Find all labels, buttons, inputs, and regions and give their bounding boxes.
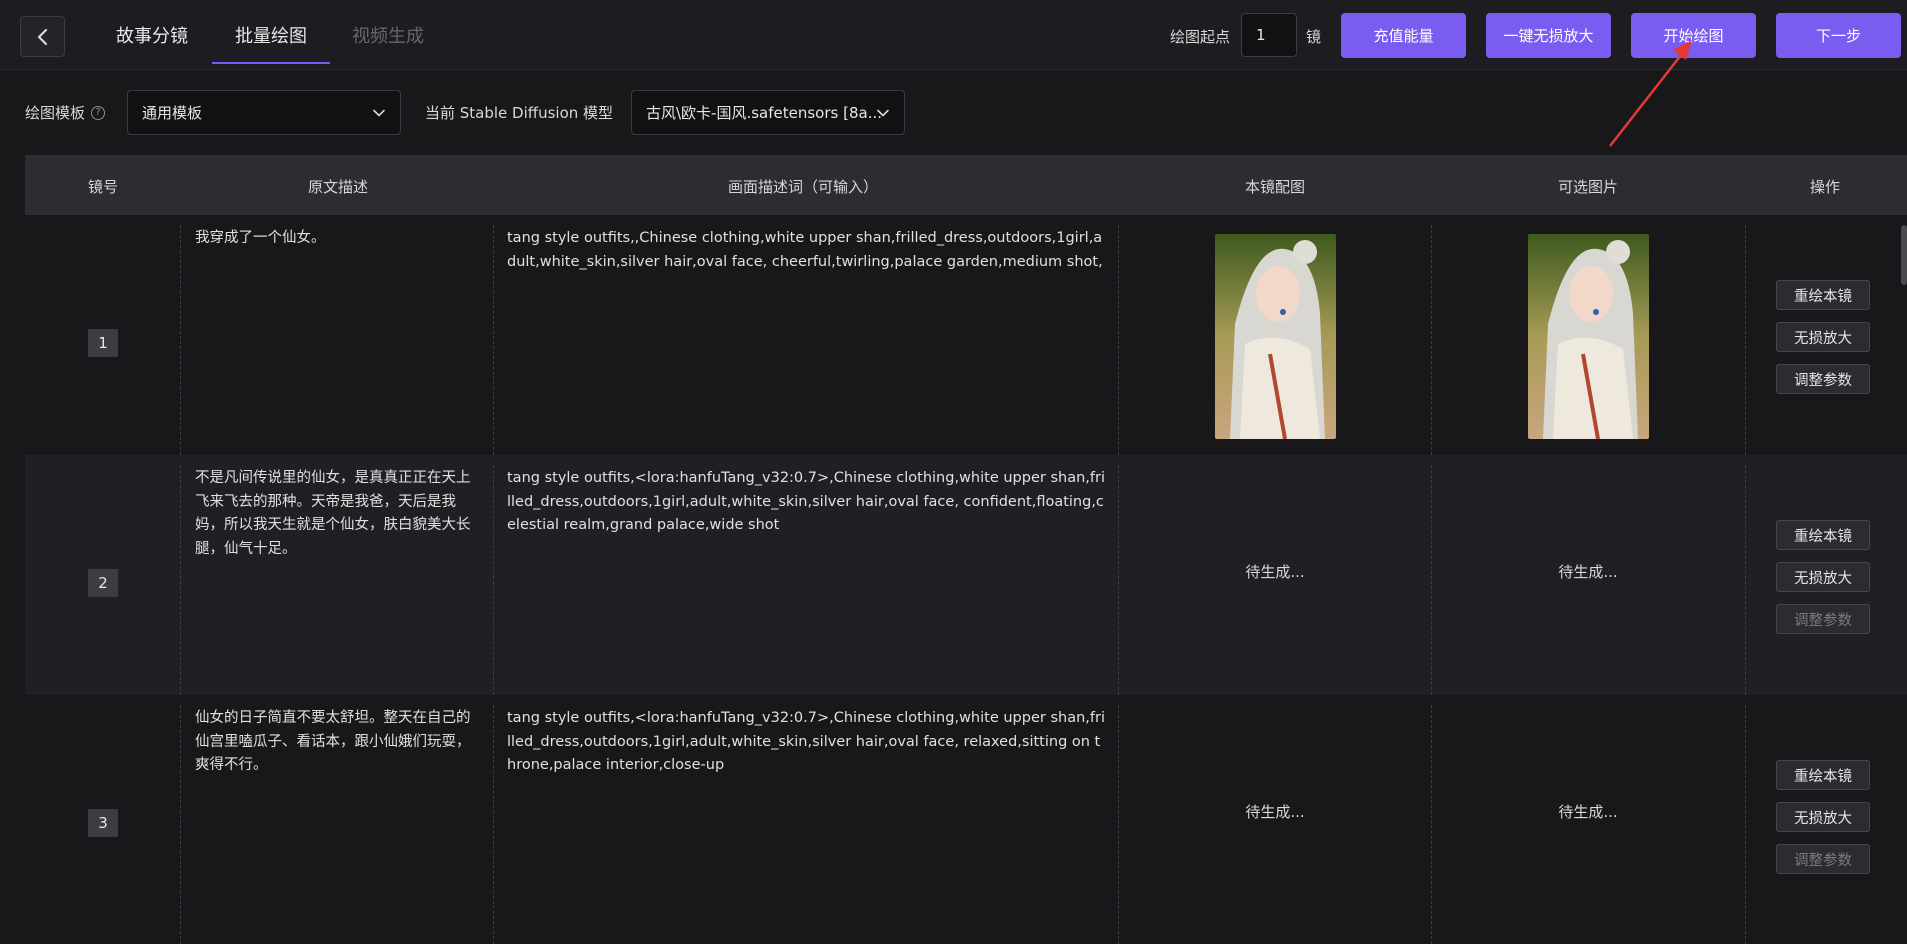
column-divider bbox=[1118, 225, 1119, 455]
adjust-params-button[interactable]: 调整参数 bbox=[1776, 364, 1870, 394]
column-header-original: 原文描述 bbox=[307, 178, 369, 196]
shot-number-badge: 2 bbox=[88, 569, 118, 597]
model-select-value: 古风\欧卡-国风.safetensors [8a... bbox=[646, 104, 883, 122]
chevron-left-icon bbox=[37, 28, 47, 45]
tab-storyboard[interactable]: 故事分镜 bbox=[116, 22, 188, 48]
image-pending-status: 待生成... bbox=[1245, 563, 1305, 581]
original-text: 不是凡间传说里的仙女，是真真正正在天上飞来飞去的那种。天帝是我爸，天后是我妈，所… bbox=[195, 470, 471, 557]
redraw-shot-button[interactable]: 重绘本镜 bbox=[1776, 520, 1870, 550]
help-icon[interactable]: ? bbox=[91, 105, 106, 120]
upscale-button[interactable]: 无损放大 bbox=[1776, 562, 1870, 592]
tab-batch-draw[interactable]: 批量绘图 bbox=[235, 22, 307, 48]
adjust-params-button[interactable]: 调整参数 bbox=[1776, 604, 1870, 634]
column-header-shot-image: 本镜配图 bbox=[1244, 178, 1306, 196]
portrait-image bbox=[1215, 234, 1336, 439]
optional-image-thumbnail[interactable] bbox=[1528, 234, 1649, 439]
start-point-label: 绘图起点 bbox=[1170, 28, 1231, 46]
redraw-shot-button[interactable]: 重绘本镜 bbox=[1776, 760, 1870, 790]
column-header-optional-images: 可选图片 bbox=[1557, 178, 1619, 196]
original-text: 我穿成了一个仙女。 bbox=[195, 230, 326, 246]
active-tab-indicator bbox=[212, 62, 330, 64]
chevron-down-icon bbox=[373, 109, 385, 117]
portrait-image bbox=[1528, 234, 1649, 439]
shot-image-thumbnail[interactable] bbox=[1215, 234, 1336, 439]
column-divider bbox=[1118, 705, 1119, 944]
template-select[interactable]: 通用模板 bbox=[127, 90, 401, 135]
table-header: 镜号 原文描述 画面描述词（可输入） 本镜配图 可选图片 操作 bbox=[25, 155, 1907, 215]
column-divider bbox=[493, 225, 494, 455]
scrollbar-thumb[interactable] bbox=[1901, 225, 1907, 285]
prompt-text[interactable]: tang style outfits,<lora:hanfuTang_v32:0… bbox=[507, 707, 1107, 778]
image-pending-status: 待生成... bbox=[1245, 803, 1305, 821]
upscale-button[interactable]: 无损放大 bbox=[1776, 802, 1870, 832]
adjust-params-button[interactable]: 调整参数 bbox=[1776, 844, 1870, 874]
column-divider bbox=[493, 705, 494, 944]
original-text: 仙女的日子简直不要太舒坦。整天在自己的仙宫里嗑瓜子、看话本，跟小仙娥们玩耍，爽得… bbox=[195, 710, 471, 773]
table-row: 1 我穿成了一个仙女。 tang style outfits,,Chinese … bbox=[25, 215, 1907, 455]
column-header-actions: 操作 bbox=[1809, 178, 1841, 196]
start-drawing-button[interactable]: 开始绘图 bbox=[1631, 13, 1756, 58]
recharge-energy-button[interactable]: 充值能量 bbox=[1341, 13, 1466, 58]
model-label: 当前 Stable Diffusion 模型 bbox=[425, 104, 614, 122]
column-divider bbox=[1745, 465, 1746, 695]
option-pending-status: 待生成... bbox=[1558, 563, 1618, 581]
prompt-text[interactable]: tang style outfits,<lora:hanfuTang_v32:0… bbox=[507, 467, 1107, 538]
redraw-shot-button[interactable]: 重绘本镜 bbox=[1776, 280, 1870, 310]
template-label-group: 绘图模板 ? bbox=[25, 102, 106, 123]
top-bar: 故事分镜 批量绘图 视频生成 绘图起点 镜 充值能量 一键无损放大 开始绘图 下… bbox=[0, 0, 1907, 70]
column-divider bbox=[1745, 225, 1746, 455]
option-pending-status: 待生成... bbox=[1558, 803, 1618, 821]
storyboard-table: 镜号 原文描述 画面描述词（可输入） 本镜配图 可选图片 操作 1 我穿成了一个… bbox=[25, 155, 1907, 944]
next-step-button[interactable]: 下一步 bbox=[1776, 13, 1901, 58]
shot-unit-label: 镜 bbox=[1306, 28, 1322, 46]
shot-number-badge: 3 bbox=[88, 809, 118, 837]
column-divider bbox=[1118, 465, 1119, 695]
column-header-prompt: 画面描述词（可输入） bbox=[727, 178, 879, 196]
column-divider bbox=[1745, 705, 1746, 944]
column-divider bbox=[1431, 465, 1432, 695]
prompt-text[interactable]: tang style outfits,,Chinese clothing,whi… bbox=[507, 227, 1107, 274]
column-divider bbox=[493, 465, 494, 695]
column-divider bbox=[1431, 705, 1432, 944]
column-header-shot-number: 镜号 bbox=[87, 178, 119, 196]
column-divider bbox=[180, 225, 181, 455]
shot-number-badge: 1 bbox=[88, 329, 118, 357]
tab-video-generation[interactable]: 视频生成 bbox=[352, 22, 424, 48]
template-select-value: 通用模板 bbox=[142, 104, 203, 122]
model-select[interactable]: 古风\欧卡-国风.safetensors [8a... bbox=[631, 90, 905, 135]
column-divider bbox=[180, 465, 181, 695]
template-label: 绘图模板 bbox=[25, 104, 86, 122]
table-row: 3 仙女的日子简直不要太舒坦。整天在自己的仙宫里嗑瓜子、看话本，跟小仙娥们玩耍，… bbox=[25, 695, 1907, 944]
column-divider bbox=[1431, 225, 1432, 455]
back-button[interactable] bbox=[20, 16, 65, 57]
table-row: 2 不是凡间传说里的仙女，是真真正正在天上飞来飞去的那种。天帝是我爸，天后是我妈… bbox=[25, 455, 1907, 695]
upscale-button[interactable]: 无损放大 bbox=[1776, 322, 1870, 352]
upscale-all-button[interactable]: 一键无损放大 bbox=[1486, 13, 1611, 58]
chevron-down-icon bbox=[877, 109, 889, 117]
column-divider bbox=[180, 705, 181, 944]
start-point-input[interactable] bbox=[1241, 13, 1297, 57]
